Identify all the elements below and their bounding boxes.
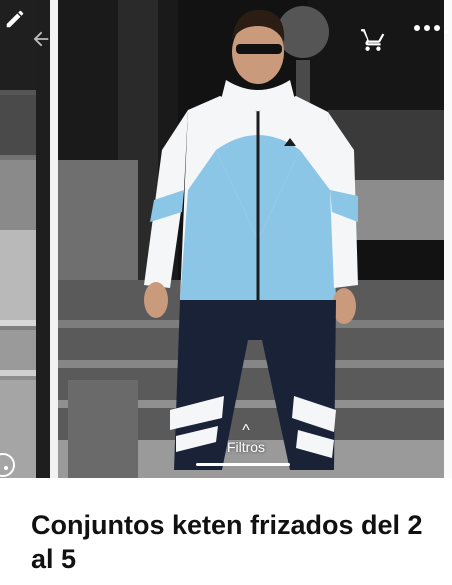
more-dots-icon[interactable] [410, 18, 450, 38]
zoom-button[interactable] [0, 452, 16, 478]
previous-image-peek[interactable] [0, 0, 50, 478]
product-image-gallery[interactable]: ^ Filtros [0, 0, 452, 478]
product-photo-illustration [58, 0, 444, 478]
filters-label: Filtros [226, 439, 266, 455]
next-image-peek[interactable] [444, 0, 452, 478]
pencil-icon[interactable] [2, 6, 28, 32]
image-divider [50, 0, 58, 478]
product-photo[interactable] [58, 0, 444, 478]
back-arrow-icon[interactable] [28, 26, 54, 52]
cart-icon[interactable] [358, 26, 388, 54]
product-title: Conjuntos keten frizados del 2 al 5 [31, 510, 423, 574]
chevron-up-icon: ^ [242, 422, 250, 439]
filters-handle[interactable] [196, 463, 290, 466]
